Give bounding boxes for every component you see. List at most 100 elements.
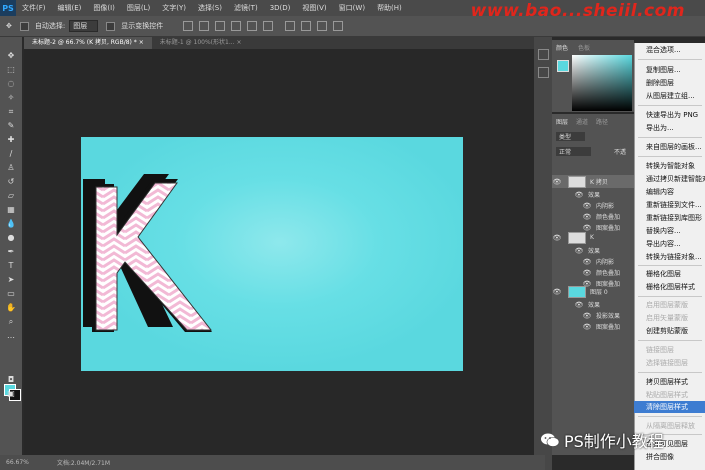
- menu-item-convert-smart-object[interactable]: 转换为智能对象: [646, 161, 695, 171]
- distribute-vcenter-icon[interactable]: [301, 21, 312, 31]
- tab-swatches[interactable]: 色板: [578, 43, 590, 52]
- history-panel-icon[interactable]: [538, 49, 549, 60]
- menu-item-rasterize-layer[interactable]: 栅格化图层: [646, 269, 681, 279]
- tab-channels[interactable]: 通道: [576, 117, 588, 126]
- align-vcenter-icon[interactable]: [199, 21, 210, 31]
- dodge-tool-icon[interactable]: ●: [5, 233, 17, 242]
- brush-tool-icon[interactable]: ∕: [5, 149, 17, 158]
- menu-item-edit-contents[interactable]: 编辑内容: [646, 187, 674, 197]
- blend-mode-dropdown[interactable]: 正常: [556, 147, 592, 156]
- properties-panel-icon[interactable]: [538, 67, 549, 78]
- menu-item-flatten-image[interactable]: 拼合图像: [646, 452, 674, 462]
- zoom-tool-icon[interactable]: ⌕: [5, 317, 17, 326]
- marquee-tool-icon[interactable]: ⬚: [5, 65, 17, 74]
- visibility-eye-icon[interactable]: 👁: [582, 269, 592, 277]
- menu-item-relink-to-library[interactable]: 重新链接到库图形: [646, 213, 702, 223]
- move-tool-icon[interactable]: ✥: [6, 22, 12, 30]
- distribute-left-icon[interactable]: [333, 21, 344, 31]
- gradient-tool-icon[interactable]: ▦: [5, 205, 17, 214]
- visibility-eye-icon[interactable]: 👁: [574, 301, 584, 309]
- lasso-tool-icon[interactable]: ◌: [5, 79, 17, 88]
- menu-item-convert-to-linked[interactable]: 转换为链接对象...: [646, 252, 702, 262]
- layer-row-layer-0[interactable]: 👁 图层 0: [552, 285, 634, 298]
- tab-color[interactable]: 颜色: [556, 43, 568, 52]
- menu-item-replace-contents[interactable]: 替换内容...: [646, 226, 681, 236]
- menu-item-rasterize-layer-style[interactable]: 栅格化图层样式: [646, 282, 695, 292]
- document-canvas[interactable]: [81, 137, 463, 371]
- tab-paths[interactable]: 路径: [596, 117, 608, 126]
- menu-3d[interactable]: 3D(D): [264, 4, 297, 12]
- eyedropper-tool-icon[interactable]: ✎: [5, 121, 17, 130]
- shape-tool-icon[interactable]: ▭: [5, 289, 17, 298]
- menu-item-artboard-from-layers[interactable]: 来自图层的画板...: [646, 142, 702, 152]
- visibility-eye-icon[interactable]: 👁: [552, 178, 562, 186]
- distribute-bottom-icon[interactable]: [317, 21, 328, 31]
- type-tool-icon[interactable]: T: [5, 261, 17, 270]
- align-bottom-icon[interactable]: [215, 21, 226, 31]
- tab-layers[interactable]: 图层: [556, 117, 568, 126]
- menu-layer[interactable]: 图层(L): [121, 3, 156, 13]
- healing-brush-tool-icon[interactable]: ✚: [5, 135, 17, 144]
- layer-filter-dropdown[interactable]: 类型: [556, 132, 586, 141]
- menu-item-blending-options[interactable]: 混合选项...: [646, 45, 681, 55]
- edit-toolbar-icon[interactable]: …: [5, 331, 17, 340]
- visibility-eye-icon[interactable]: 👁: [582, 202, 592, 210]
- align-right-icon[interactable]: [263, 21, 274, 31]
- color-picker-field[interactable]: [572, 55, 632, 111]
- magic-wand-tool-icon[interactable]: ✧: [5, 93, 17, 102]
- zoom-level[interactable]: 66.67%: [6, 459, 29, 466]
- menu-item-delete-layer[interactable]: 删除图层: [646, 78, 674, 88]
- path-selection-tool-icon[interactable]: ➤: [5, 275, 17, 284]
- align-top-icon[interactable]: [183, 21, 194, 31]
- layer-row-k[interactable]: 👁 K: [552, 231, 634, 244]
- layer-row-k-copy[interactable]: 👁 K 拷贝: [552, 175, 634, 188]
- quick-mask-icon[interactable]: ◘: [5, 375, 17, 384]
- tab-document-1[interactable]: 未标题-1 @ 100%(形状1... ×: [152, 37, 250, 49]
- align-hcenter-icon[interactable]: [247, 21, 258, 31]
- auto-select-checkbox[interactable]: [19, 21, 29, 31]
- blur-tool-icon[interactable]: 💧: [5, 219, 17, 228]
- current-color-swatch[interactable]: [557, 60, 569, 72]
- visibility-eye-icon[interactable]: 👁: [582, 323, 592, 331]
- visibility-eye-icon[interactable]: 👁: [582, 312, 592, 320]
- menu-item-clear-layer-style[interactable]: 清除图层样式: [634, 401, 705, 413]
- menu-help[interactable]: 帮助(H): [371, 3, 408, 13]
- menu-item-duplicate-layer[interactable]: 复制图层...: [646, 65, 681, 75]
- screen-mode-icon[interactable]: ▣: [5, 389, 17, 398]
- menu-item-new-smart-object-via-copy[interactable]: 通过拷贝新建智能对象: [646, 174, 705, 184]
- visibility-eye-icon[interactable]: 👁: [552, 288, 562, 296]
- visibility-eye-icon[interactable]: 👁: [582, 258, 592, 266]
- menu-type[interactable]: 文字(Y): [156, 3, 192, 13]
- visibility-eye-icon[interactable]: 👁: [552, 234, 562, 242]
- visibility-eye-icon[interactable]: 👁: [574, 247, 584, 255]
- distribute-top-icon[interactable]: [285, 21, 296, 31]
- hand-tool-icon[interactable]: ✋: [5, 303, 17, 312]
- menu-item-create-clipping-mask[interactable]: 创建剪贴蒙版: [646, 326, 688, 336]
- clone-stamp-tool-icon[interactable]: ♙: [5, 163, 17, 172]
- crop-tool-icon[interactable]: ⌗: [5, 107, 17, 116]
- eraser-tool-icon[interactable]: ▱: [5, 191, 17, 200]
- history-brush-tool-icon[interactable]: ↺: [5, 177, 17, 186]
- menu-view[interactable]: 视图(V): [296, 3, 332, 13]
- auto-select-dropdown[interactable]: 图层: [69, 20, 99, 32]
- tab-document-2[interactable]: 未标题-2 @ 66.7% (K 拷贝, RGB/8) * ×: [24, 37, 152, 49]
- menu-filter[interactable]: 滤镜(T): [228, 3, 264, 13]
- menu-select[interactable]: 选择(S): [192, 3, 228, 13]
- pen-tool-icon[interactable]: ✒: [5, 247, 17, 256]
- menu-edit[interactable]: 编辑(E): [52, 3, 88, 13]
- visibility-eye-icon[interactable]: 👁: [574, 191, 584, 199]
- menu-item-quick-export-png[interactable]: 快速导出为 PNG: [646, 110, 698, 120]
- move-tool-icon[interactable]: ✥: [5, 51, 17, 60]
- align-left-icon[interactable]: [231, 21, 242, 31]
- menu-image[interactable]: 图像(I): [87, 3, 121, 13]
- panel-icon-strip: [534, 37, 552, 470]
- menu-item-export-contents[interactable]: 导出内容...: [646, 239, 681, 249]
- menu-window[interactable]: 窗口(W): [333, 3, 371, 13]
- menu-item-relink-to-file[interactable]: 重新链接到文件...: [646, 200, 702, 210]
- menu-item-copy-layer-style[interactable]: 拷贝图层样式: [646, 377, 688, 387]
- menu-file[interactable]: 文件(F): [16, 3, 52, 13]
- visibility-eye-icon[interactable]: 👁: [582, 213, 592, 221]
- menu-item-export-as[interactable]: 导出为...: [646, 123, 674, 133]
- menu-item-group-from-layers[interactable]: 从图层建立组...: [646, 91, 695, 101]
- show-transform-checkbox[interactable]: [106, 21, 116, 31]
